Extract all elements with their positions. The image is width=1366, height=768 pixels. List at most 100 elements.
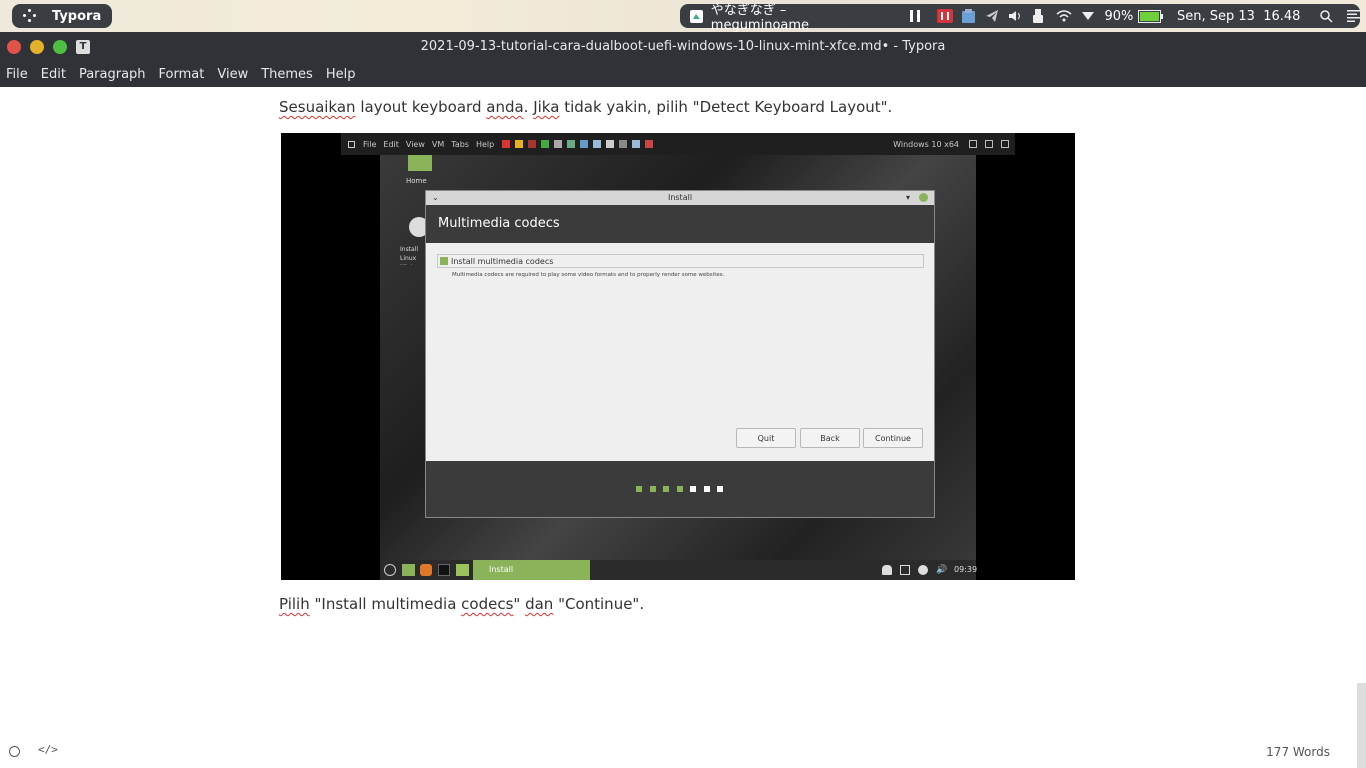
misspelled-word[interactable]: anda (486, 98, 523, 116)
vm-name: Windows 10 x64 (893, 139, 959, 149)
text-span: . (523, 98, 534, 116)
menu-edit[interactable]: Edit (41, 67, 66, 82)
menu-file[interactable]: File (6, 67, 28, 82)
menu-help[interactable]: Help (326, 67, 356, 82)
apps-grid-icon (22, 8, 38, 24)
menu-paragraph[interactable]: Paragraph (79, 67, 146, 82)
minimize-icon: ▾ (905, 193, 910, 202)
text-span: layout keyboard (355, 98, 487, 116)
folder-icon (456, 564, 469, 576)
misspelled-word[interactable]: codecs (461, 595, 513, 613)
usb-icon[interactable] (1031, 4, 1045, 28)
scrollbar[interactable] (1357, 683, 1366, 768)
power-icon (918, 565, 928, 575)
word-count[interactable]: 177 Words (1266, 745, 1330, 759)
vm-menu-edit: Edit (383, 139, 399, 149)
chevron-down-icon: ⌄ (432, 193, 439, 202)
misspelled-word[interactable]: Pilih (279, 595, 310, 613)
battery-icon[interactable] (1137, 4, 1165, 28)
search-icon[interactable] (1318, 4, 1334, 28)
firefox-icon (420, 564, 432, 576)
misspelled-word[interactable]: Jika (533, 98, 559, 116)
task-label: Install (489, 565, 514, 574)
paragraph-2[interactable]: Pilih "Install multimedia codecs" dan "C… (279, 595, 644, 613)
editor-content[interactable]: Sesuaikan layout keyboard anda. Jika tid… (0, 87, 1366, 768)
vm-menu-view: View (405, 139, 425, 149)
taskbar-time: 09:39 (954, 565, 978, 574)
source-code-icon[interactable]: </> (38, 743, 58, 756)
top-panel: Typora やなぎなぎ – meguminoame 90% Sen, Sep … (0, 0, 1366, 33)
window-icon (900, 565, 910, 575)
quit-button: Quit (736, 428, 796, 448)
window-title: 2021-09-13-tutorial-cara-dualboot-uefi-w… (420, 39, 946, 54)
menu-themes[interactable]: Themes (261, 67, 313, 82)
dropdown-arrow-icon[interactable] (1081, 4, 1095, 28)
music-icon[interactable] (689, 4, 705, 28)
window-titlebar[interactable]: T 2021-09-13-tutorial-cara-dualboot-uefi… (0, 32, 1366, 62)
activities-button[interactable]: Typora (12, 4, 112, 28)
bell-icon (882, 565, 892, 575)
text-span: " (513, 595, 526, 613)
vm-menu-vm: VM (431, 139, 445, 149)
media-title[interactable]: やなぎなぎ – meguminoame (711, 0, 887, 33)
clipboard-icon[interactable] (960, 4, 978, 28)
wifi-icon[interactable] (1055, 4, 1073, 28)
installer-dialog: ⌄ Install ▾ Multimedia codecs Install mu… (425, 190, 935, 518)
progress-step-dot (663, 486, 669, 492)
vm-menu-tabs: Tabs (451, 139, 469, 149)
install-mint-label: Install Linux Mint (400, 246, 419, 265)
mint-menu-icon (384, 564, 396, 576)
activities-label: Typora (52, 8, 102, 24)
text-span: "Install multimedia (309, 595, 462, 613)
vm-logo-icon (348, 140, 355, 148)
volume-icon[interactable] (1007, 4, 1023, 28)
vm-menu-file: File (363, 139, 377, 149)
mega-icon[interactable] (936, 4, 954, 28)
menu-view[interactable]: View (217, 67, 248, 82)
mint-desktop: Home Install Linux Mint ⌄ Install ▾ Mult… (380, 155, 976, 560)
embedded-screenshot[interactable]: File Edit View VM Tabs Help Windows 10 x… (281, 133, 1075, 580)
notifications-icon[interactable] (1346, 4, 1360, 28)
terminal-icon (438, 564, 450, 576)
step-progress (426, 461, 934, 517)
installer-titlebar: ⌄ Install ▾ (426, 191, 934, 205)
volume-icon: 🔊 (936, 565, 948, 575)
system-tray: やなぎなぎ – meguminoame 90% Sen, Sep 13 16.4… (680, 3, 1360, 33)
vm-menu-help: Help (475, 139, 495, 149)
pause-icon[interactable] (908, 4, 922, 28)
checkbox-label: Install multimedia codecs (451, 256, 554, 266)
vm-toolbar-icons (502, 140, 654, 148)
text-span: tidak yakin, pilih "Detect Keyboard Layo… (559, 98, 893, 116)
codec-description: Multimedia codecs are required to play s… (452, 272, 725, 278)
misspelled-word[interactable]: Sesuaikan (279, 98, 356, 116)
progress-step-dot (703, 486, 710, 492)
back-button: Back (800, 428, 860, 448)
progress-step-dot (636, 486, 642, 492)
menu-format[interactable]: Format (159, 67, 205, 82)
text-span: "Continue". (553, 595, 645, 613)
menu-bar: File Edit Paragraph Format View Themes H… (0, 62, 1366, 87)
files-icon (402, 564, 415, 576)
outline-toggle-icon[interactable] (9, 746, 20, 757)
installer-heading: Multimedia codecs (426, 205, 934, 243)
progress-step-dot (676, 486, 683, 492)
misspelled-word[interactable]: dan (525, 595, 553, 613)
mint-taskbar: Install 🔊 09:39 (380, 560, 978, 580)
vm-window-controls (969, 140, 1009, 148)
battery-percent: 90% (1104, 8, 1134, 24)
telegram-icon[interactable] (984, 4, 1002, 28)
vm-toolbar: File Edit View VM Tabs Help Windows 10 x… (341, 133, 1015, 155)
paragraph-1[interactable]: Sesuaikan layout keyboard anda. Jika tid… (279, 98, 892, 116)
codec-checkbox-row: Install multimedia codecs (437, 254, 924, 268)
progress-step-dot (717, 486, 723, 492)
clock[interactable]: Sen, Sep 13 16.48 (1177, 9, 1300, 24)
home-label: Home (406, 177, 427, 185)
active-task: Install (473, 560, 590, 580)
continue-button: Continue (863, 428, 923, 448)
progress-step-dot (690, 486, 696, 492)
checkbox-checked-icon (440, 257, 448, 265)
home-folder-icon (408, 155, 432, 171)
installer-title: Install (667, 193, 693, 202)
close-icon (919, 193, 928, 202)
status-bar: </> 177 Words (0, 740, 1366, 768)
